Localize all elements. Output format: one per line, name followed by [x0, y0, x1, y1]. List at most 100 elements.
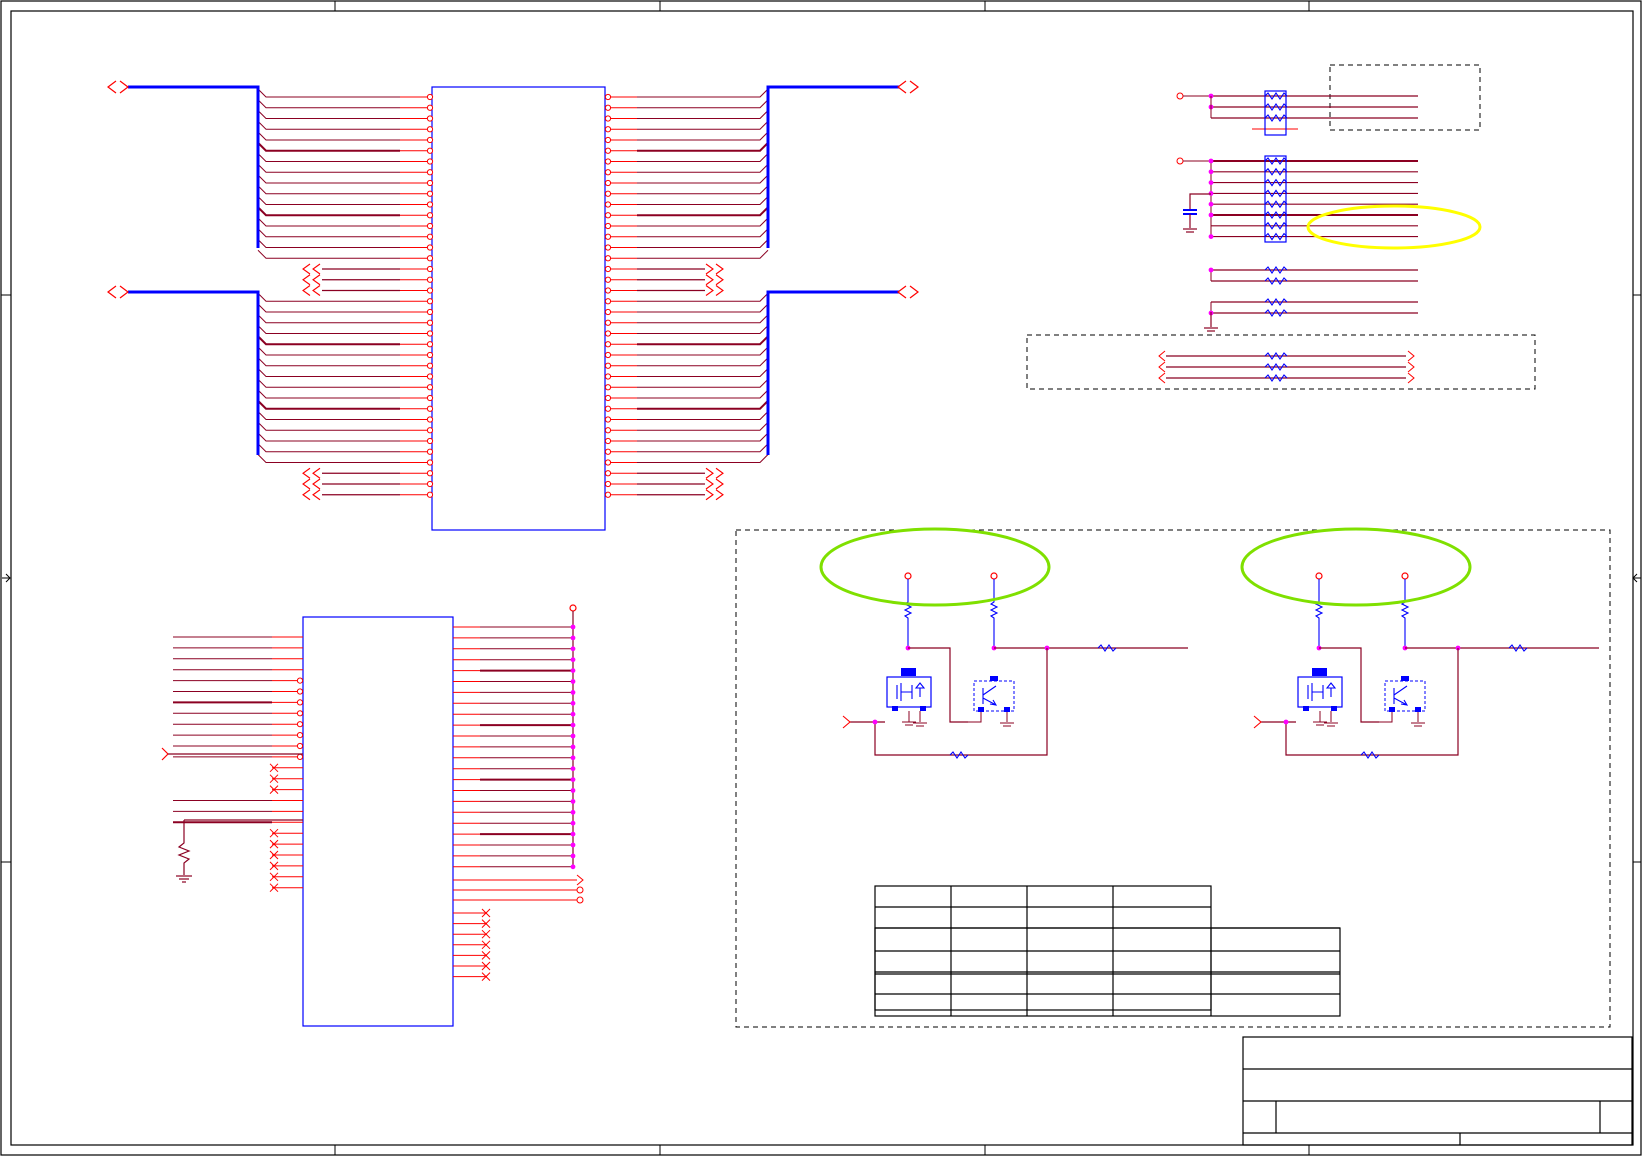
pin-bubble	[426, 384, 434, 391]
pin-bubble	[426, 93, 434, 101]
pin-bubble	[604, 341, 612, 348]
pin-bubble	[426, 287, 434, 294]
pin-bubble	[604, 169, 612, 176]
pin-bubble	[604, 179, 612, 187]
junction	[872, 719, 878, 725]
pin-bubble	[426, 373, 434, 380]
pin-bubble	[426, 115, 434, 122]
pin-bubble	[604, 319, 612, 326]
pin-bubble	[604, 416, 612, 423]
pin-bubble	[604, 470, 612, 477]
junction	[570, 744, 576, 750]
schematic-sheet	[0, 0, 1643, 1157]
junction	[570, 733, 576, 739]
pin-bubble	[604, 287, 612, 294]
pin-bubble	[604, 276, 612, 283]
pin-bubble	[604, 308, 612, 316]
pin-bubble	[296, 742, 304, 750]
pin-bubble	[426, 416, 434, 423]
pin-bubble	[576, 886, 584, 894]
power-port	[569, 604, 577, 612]
pin-bubble	[604, 405, 612, 412]
junction	[570, 711, 576, 717]
transistor-pin	[1303, 706, 1309, 711]
pin-bubble	[296, 688, 304, 695]
power-port	[1401, 572, 1409, 580]
pin-bubble	[604, 255, 612, 262]
pin-bubble	[426, 362, 434, 369]
junction	[1208, 267, 1214, 273]
junction	[570, 635, 576, 641]
transistor-tab	[1312, 668, 1327, 676]
transistor-pin	[892, 706, 898, 711]
pin-bubble	[604, 437, 612, 445]
pin-bubble	[426, 233, 434, 240]
junction	[570, 668, 576, 673]
junction	[1283, 719, 1289, 725]
junction	[570, 722, 576, 728]
pin-bubble	[426, 341, 434, 348]
pin-bubble	[426, 126, 434, 133]
transistor-pin	[1401, 676, 1409, 681]
pin-bubble	[426, 470, 434, 477]
pin-bubble	[296, 699, 304, 706]
transistor-pin	[990, 676, 998, 681]
pin-bubble	[426, 491, 434, 498]
pin-bubble	[576, 896, 584, 904]
transistor-pin	[1004, 707, 1010, 712]
pin-bubble	[604, 362, 612, 369]
pin-bubble	[604, 93, 612, 101]
pin-bubble	[426, 394, 434, 402]
pin-bubble	[426, 212, 434, 219]
pin-bubble	[426, 255, 434, 262]
pin-bubble	[604, 233, 612, 240]
junction	[570, 820, 576, 826]
junction	[1208, 212, 1214, 218]
pin-bubble	[604, 480, 612, 488]
pin-bubble	[426, 190, 434, 197]
pin-bubble	[426, 169, 434, 176]
pin-bubble	[426, 405, 434, 412]
pin-bubble	[604, 201, 612, 208]
junction	[570, 842, 576, 848]
junction	[1208, 201, 1214, 207]
pin-bubble	[426, 308, 434, 316]
pin-bubble	[604, 384, 612, 391]
pin-bubble	[426, 298, 434, 305]
junction	[570, 788, 576, 793]
pin-bubble	[426, 330, 434, 337]
transistor-tab	[901, 668, 916, 676]
junction	[570, 864, 576, 870]
pin-bubble	[426, 427, 434, 434]
junction	[570, 657, 576, 663]
pin-bubble	[426, 265, 434, 273]
junction	[570, 799, 576, 804]
junction	[570, 853, 576, 859]
pin-bubble	[604, 147, 612, 154]
pin-bubble	[426, 222, 434, 230]
pin-bubble	[296, 710, 304, 717]
pin-bubble	[426, 201, 434, 208]
power-port	[904, 572, 912, 580]
pin-bubble	[426, 448, 434, 455]
pin-bubble	[604, 115, 612, 122]
junction	[570, 777, 576, 782]
pin-bubble	[604, 351, 612, 359]
junction	[1208, 180, 1214, 186]
junction	[1208, 234, 1214, 240]
pin-bubble	[426, 244, 434, 251]
pin-bubble	[426, 136, 434, 144]
pin-bubble	[604, 491, 612, 498]
pin-bubble	[604, 427, 612, 434]
junction	[1208, 158, 1214, 164]
junction	[570, 690, 576, 695]
pin-bubble	[426, 480, 434, 488]
power-port	[1176, 157, 1184, 165]
pin-bubble	[296, 753, 304, 761]
pin-bubble	[604, 265, 612, 273]
pin-bubble	[604, 190, 612, 197]
junction	[570, 831, 576, 837]
junction	[570, 624, 576, 630]
pin-bubble	[426, 319, 434, 326]
transistor-pin	[1389, 707, 1395, 712]
